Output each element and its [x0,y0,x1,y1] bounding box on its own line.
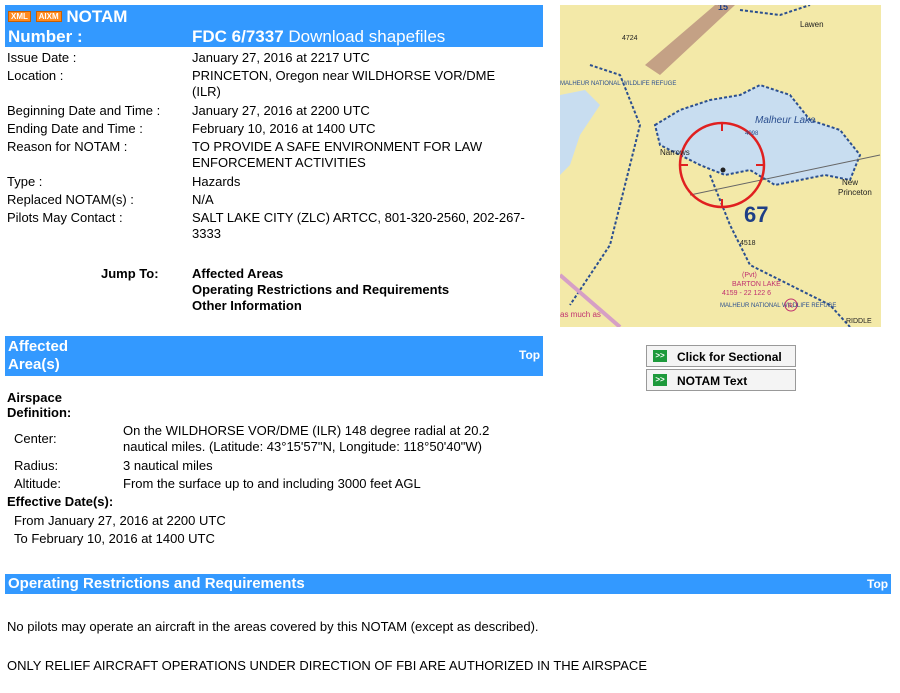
field-label-issue-date: Issue Date : [7,50,77,65]
field-label-end: Ending Date and Time : [7,121,143,136]
map-label-pvt: (Pvt) [742,272,757,279]
jump-link-affected[interactable]: Affected Areas [192,266,283,282]
top-link-affected[interactable]: Top [519,348,540,362]
affected-areas-bar: Affected Area(s) Top [5,336,543,376]
map-label-riddle: RIDDLE [846,318,872,325]
center-label: Center: [14,431,57,446]
number-row: FDC 6/7337 Download shapefiles [192,27,445,47]
field-label-contact: Pilots May Contact : [7,210,123,225]
map-label-4518: 4518 [740,240,756,247]
download-shapefiles-link[interactable]: Download shapefiles [288,27,445,46]
notam-text-button[interactable]: >> NOTAM Text [646,369,796,391]
radius-value: 3 nautical miles [123,458,213,473]
sectional-map[interactable]: Malheur Lake MALHEUR NATIONAL WILDLIFE R… [560,5,881,327]
operating-title: Operating Restrictions and Requirements [8,575,305,592]
field-value-begin: January 27, 2016 at 2200 UTC [192,103,370,118]
operating-paragraph-1: No pilots may operate an aircraft in the… [7,619,539,634]
map-label-refuge-2: MALHEUR NATIONAL WILDLIFE REFUGE [720,303,836,309]
jump-link-other[interactable]: Other Information [192,298,302,314]
operating-restrictions-bar: Operating Restrictions and Requirements … [5,574,891,594]
go-arrow-icon: >> [653,374,667,386]
center-value: On the WILDHORSE VOR/DME (ILR) 148 degre… [123,423,490,454]
notam-number: FDC 6/7337 [192,27,284,46]
number-label: Number : [8,27,83,46]
radius-label: Radius: [14,458,59,473]
airspace-label-line2: Definition: [7,405,72,420]
sectional-button-label: Click for Sectional [677,350,782,364]
affected-title-line2: Area(s) [8,356,60,373]
top-link-operating[interactable]: Top [867,577,888,591]
title-row: XML AIXM NOTAM [8,7,127,27]
map-label-lawen: Lawen [800,20,824,29]
xml-badge[interactable]: XML [8,11,31,22]
field-label-type: Type : [7,174,43,189]
click-for-sectional-button[interactable]: >> Click for Sectional [646,345,796,367]
map-label-new: New [842,178,858,187]
field-value-type: Hazards [192,174,241,189]
field-label-location: Location : [7,68,64,83]
field-label-reason: Reason for NOTAM : [7,139,128,154]
map-label-4098: 4098 [745,131,759,137]
notam-header-bar: XML AIXM NOTAM Number : FDC 6/7337 Downl… [5,5,543,47]
altitude-value: From the surface up to and including 300… [123,476,421,491]
effective-dates-label: Effective Date(s): [7,494,114,509]
map-label-barton: BARTON LAKE [732,281,781,288]
map-label-refuge: MALHEUR NATIONAL WILDLIFE REFUGE [560,81,676,87]
map-label-67: 67 [744,202,768,227]
field-value-location: PRINCETON, Oregon near WILDHORSE VOR/DME… [192,68,496,99]
effective-to: To February 10, 2016 at 1400 UTC [14,531,215,546]
notam-text-button-label: NOTAM Text [677,374,748,388]
map-label-malheur: Malheur Lake [755,115,816,126]
jump-link-operating[interactable]: Operating Restrictions and Requirements [192,282,449,298]
effective-from: From January 27, 2016 at 2200 UTC [14,513,226,528]
map-label-barton-info: 4159 - 22 122 6 [722,290,771,297]
altitude-label: Altitude: [14,476,61,491]
field-value-reason: TO PROVIDE A SAFE ENVIRONMENT FOR LAW EN… [192,139,483,170]
map-label-4724: 4724 [622,35,638,42]
operating-paragraph-2: ONLY RELIEF AIRCRAFT OPERATIONS UNDER DI… [7,658,647,673]
field-value-end: February 10, 2016 at 1400 UTC [192,121,376,136]
affected-title: Affected Area(s) [8,338,68,374]
map-label-narrows: Narrows [660,148,690,157]
map-label-princeton: Princeton [838,188,872,197]
field-value-contact: SALT LAKE CITY (ZLC) ARTCC, 801-320-2560… [192,210,525,241]
page-title: NOTAM [66,7,128,26]
field-value-replaced: N/A [192,192,214,207]
map-label-r: R [788,303,793,310]
map-label-15: 15 [718,5,728,12]
map-label-as-much-as: as much as [560,310,601,319]
jump-to-label: Jump To: [101,266,159,281]
go-arrow-icon: >> [653,350,667,362]
tfr-center-dot [720,167,726,173]
aixm-badge[interactable]: AIXM [35,11,62,22]
map-svg: Malheur Lake MALHEUR NATIONAL WILDLIFE R… [560,5,881,327]
field-label-replaced: Replaced NOTAM(s) : [7,192,134,207]
affected-title-line1: Affected [8,338,69,355]
airspace-label-line1: Airspace [7,390,62,405]
field-label-begin: Beginning Date and Time : [7,103,161,118]
airspace-definition-label: Airspace Definition: [7,390,71,420]
field-value-issue-date: January 27, 2016 at 2217 UTC [192,50,370,65]
